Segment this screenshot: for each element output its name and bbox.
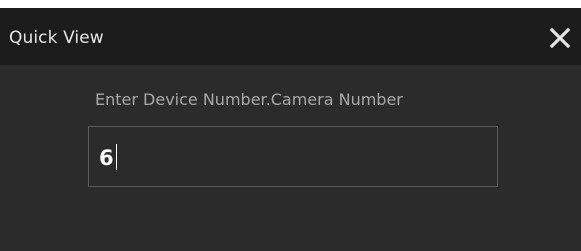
close-icon: [549, 27, 571, 49]
close-button[interactable]: [547, 25, 573, 51]
input-value: 6: [99, 146, 114, 170]
dialog-titlebar: Quick View: [0, 8, 581, 65]
input-value-container: 6: [99, 144, 117, 170]
dialog-title: Quick View: [9, 28, 104, 48]
device-camera-input[interactable]: 6: [88, 126, 498, 187]
device-camera-prompt: Enter Device Number.Camera Number: [95, 90, 403, 109]
text-caret: [115, 144, 117, 170]
quick-view-dialog: Quick View Enter Device Number.Camera Nu…: [0, 8, 581, 251]
